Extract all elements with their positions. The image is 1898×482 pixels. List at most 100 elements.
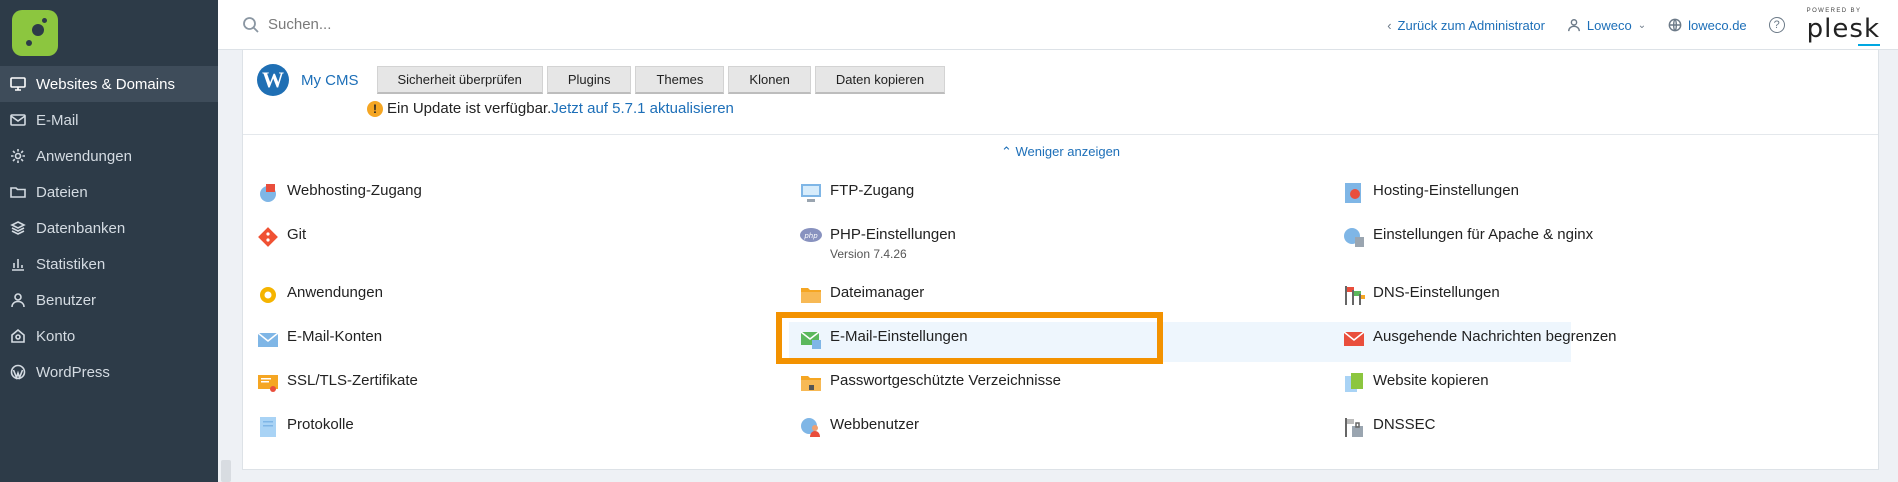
database-icon [10, 220, 26, 236]
user-menu[interactable]: Loweco ⌄ [1567, 18, 1646, 33]
tool-web-users[interactable]: Webbenutzer [800, 416, 919, 438]
highlight-box [776, 312, 1163, 364]
search-box [242, 16, 1142, 34]
envelope-icon [10, 112, 26, 128]
plugins-button[interactable]: Plugins [546, 66, 632, 94]
tool-protected-directories[interactable]: Passwortgeschützte Verzeichnisse [800, 372, 1061, 394]
sidebar-item-websites-domains[interactable]: Websites & Domains [0, 66, 218, 102]
main-panel: W My CMS Sicherheit überprüfen Plugins T… [242, 50, 1879, 470]
top-header: ‹ Zurück zum Administrator Loweco ⌄ lowe… [218, 0, 1898, 50]
themes-button[interactable]: Themes [635, 66, 725, 94]
search-icon [243, 16, 259, 33]
tool-label: Dateimanager [830, 284, 925, 301]
tool-outgoing-limits[interactable]: Ausgehende Nachrichten begrenzen [1343, 328, 1617, 350]
header-actions: ‹ Zurück zum Administrator Loweco ⌄ lowe… [1387, 0, 1880, 50]
back-link-label: Zurück zum Administrator [1397, 17, 1545, 33]
tool-label: FTP-Zugang [830, 182, 915, 199]
globe-icon [1668, 18, 1682, 32]
sidebar-item-label: Statistiken [36, 255, 106, 273]
monitor-icon [10, 76, 26, 92]
logo-area [0, 0, 218, 66]
wordpress-icon [10, 364, 26, 380]
chevron-down-icon: ⌄ [1637, 19, 1647, 31]
tool-label: E-Mail-Konten [287, 328, 383, 345]
tool-dns-settings[interactable]: DNS-Einstellungen [1343, 284, 1500, 306]
user-icon [10, 292, 26, 308]
sidebar: Websites & Domains E-Mail Anwendungen Da… [0, 0, 218, 482]
sidebar-nav: Websites & Domains E-Mail Anwendungen Da… [0, 66, 218, 390]
tool-hosting-settings[interactable]: Hosting-Einstellungen [1343, 182, 1519, 204]
tool-logs[interactable]: Protokolle [257, 416, 354, 438]
show-less-link[interactable]: ⌃ Weniger anzeigen [243, 144, 1878, 160]
sidebar-item-statistics[interactable]: Statistiken [0, 246, 218, 282]
account-icon [10, 328, 26, 344]
sidebar-item-files[interactable]: Dateien [0, 174, 218, 210]
user-icon [1567, 19, 1580, 32]
tool-ssl-certificates[interactable]: SSL/TLS-Zertifikate [257, 372, 418, 394]
tool-php-settings[interactable]: php PHP-Einstellungen Version 7.4.26 [800, 226, 956, 261]
help-icon[interactable]: ? [1768, 17, 1785, 33]
tool-apache-nginx-settings[interactable]: Einstellungen für Apache & nginx [1343, 226, 1593, 248]
hosting-settings-icon [1345, 183, 1361, 203]
tool-label: Webbenutzer [830, 416, 919, 433]
sidebar-item-label: WordPress [36, 363, 110, 381]
tool-applications[interactable]: Anwendungen [257, 284, 383, 306]
mail-accounts-icon [257, 332, 279, 347]
update-text: Ein Update ist verfügbar. [387, 100, 552, 117]
tool-email-accounts[interactable]: E-Mail-Konten [257, 328, 382, 350]
back-to-admin-link[interactable]: ‹ Zurück zum Administrator [1387, 18, 1545, 33]
tool-file-manager[interactable]: Dateimanager [800, 284, 924, 306]
plesk-brand: POWERED BY plesk [1806, 8, 1880, 46]
tool-text: PHP-Einstellungen Version 7.4.26 [830, 226, 956, 261]
show-less-label: Weniger anzeigen [1015, 144, 1121, 159]
tool-label: Hosting-Einstellungen [1373, 182, 1519, 199]
tool-label: Website kopieren [1373, 372, 1489, 389]
tool-copy-website[interactable]: Website kopieren [1343, 372, 1489, 394]
chevron-up-icon: ⌃ [1000, 144, 1012, 159]
sidebar-item-applications[interactable]: Anwendungen [0, 138, 218, 174]
cms-row: W My CMS Sicherheit überprüfen Plugins T… [257, 64, 946, 96]
logs-icon [260, 417, 276, 437]
sidebar-item-account[interactable]: Konto [0, 318, 218, 354]
apache-nginx-icon [1344, 228, 1364, 247]
sidebar-item-wordpress[interactable]: WordPress [0, 354, 218, 390]
security-check-button[interactable]: Sicherheit überprüfen [376, 66, 543, 94]
tool-label: SSL/TLS-Zertifikate [287, 372, 418, 389]
tool-dnssec[interactable]: DNSSEC [1343, 416, 1436, 438]
folder-icon [10, 184, 26, 200]
outgoing-mail-limit-icon [1343, 331, 1365, 346]
search-input[interactable] [268, 16, 768, 33]
tool-label: Passwortgeschützte Verzeichnisse [830, 372, 1061, 389]
scrollbar-track[interactable] [218, 50, 234, 482]
tool-label: Git [287, 226, 307, 243]
sidebar-item-databases[interactable]: Datenbanken [0, 210, 218, 246]
update-link[interactable]: Jetzt auf 5.7.1 aktualisieren [551, 100, 734, 117]
plesk-logo-icon[interactable] [12, 10, 58, 56]
php-icon: php [800, 228, 822, 242]
tool-git[interactable]: Git [257, 226, 306, 248]
user-name: Loweco [1586, 17, 1632, 33]
svg-text:php: php [803, 232, 818, 240]
tool-label: Protokolle [287, 416, 354, 433]
folder-icon [801, 288, 821, 303]
cms-name-link[interactable]: My CMS [301, 72, 359, 89]
plesk-brand-name: plesk [1806, 14, 1880, 46]
copy-data-button[interactable]: Daten kopieren [814, 66, 946, 94]
scrollbar-thumb[interactable] [221, 460, 231, 482]
ftp-icon [801, 184, 821, 202]
plesk-brand-text: plesk [1806, 14, 1880, 44]
sidebar-item-users[interactable]: Benutzer [0, 282, 218, 318]
warning-icon: ! [367, 100, 383, 117]
php-version: Version 7.4.26 [830, 247, 907, 261]
divider [243, 134, 1878, 135]
tool-ftp-access[interactable]: FTP-Zugang [800, 182, 914, 204]
tool-label: PHP-Einstellungen [830, 226, 956, 243]
sidebar-item-label: E-Mail [36, 111, 79, 129]
tool-webhosting-access[interactable]: Webhosting-Zugang [257, 182, 422, 204]
sidebar-item-label: Benutzer [36, 291, 97, 309]
certificate-icon [258, 375, 278, 392]
domain-link[interactable]: loweco.de [1668, 18, 1747, 33]
sidebar-item-email[interactable]: E-Mail [0, 102, 218, 138]
sidebar-item-label: Websites & Domains [36, 75, 175, 93]
clone-button[interactable]: Klonen [728, 66, 811, 94]
